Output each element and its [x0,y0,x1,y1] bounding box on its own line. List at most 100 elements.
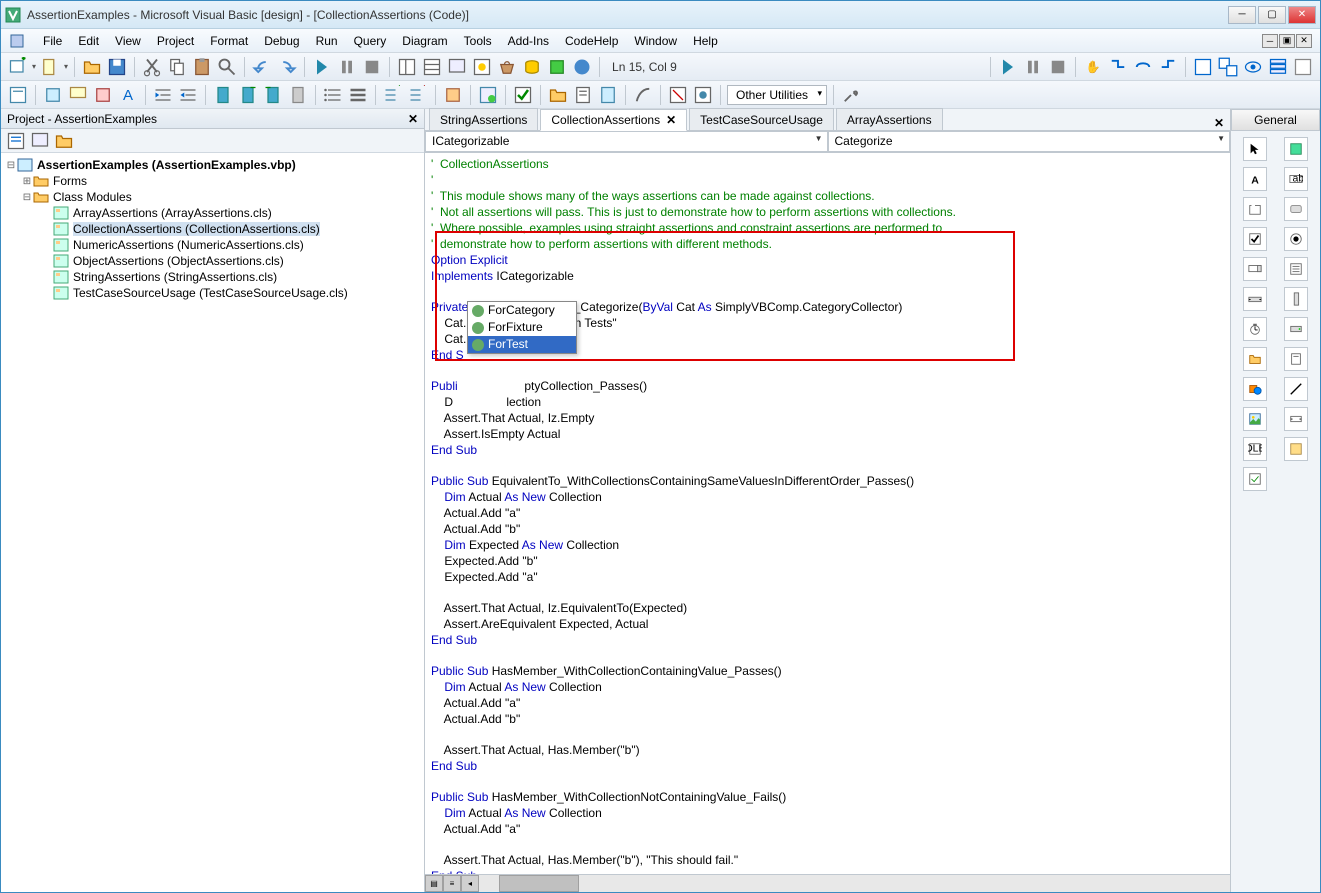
scroll-thumb[interactable] [499,875,579,892]
tree-folder-forms[interactable]: ⊞ Forms [5,173,420,189]
menu-codehelp[interactable]: CodeHelp [557,32,626,50]
tree-item[interactable]: StringAssertions (StringAssertions.cls) [5,269,420,285]
menu-window[interactable]: Window [626,32,685,50]
other-utilities-dropdown[interactable]: Other Utilities [727,85,827,105]
call-stack-icon[interactable] [1267,56,1289,78]
expander-icon[interactable]: ⊟ [5,160,17,171]
project-tree[interactable]: ⊟ AssertionExamples (AssertionExamples.v… [1,153,424,892]
tab-testcasesourceusage[interactable]: TestCaseSourceUsage [689,108,834,130]
vscrollbar-tool[interactable] [1284,287,1308,311]
scroll-left-button[interactable]: ◂ [461,875,479,892]
bookmark4-button[interactable] [287,84,309,106]
toolbox-header[interactable]: General [1231,109,1320,131]
module-button[interactable] [572,84,594,106]
save-button[interactable] [106,56,128,78]
tab-arrayassertions[interactable]: ArrayAssertions [836,108,943,130]
dirlistbox-tool[interactable] [1243,347,1267,371]
break-button[interactable] [336,56,358,78]
code-editor[interactable]: ' CollectionAssertions ' ' This module s… [425,153,1230,874]
menu-file[interactable]: File [35,32,70,50]
menu-view[interactable]: View [107,32,149,50]
tree-item[interactable]: ArrayAssertions (ArrayAssertions.cls) [5,205,420,221]
menu-diagram[interactable]: Diagram [394,32,455,50]
menu-add-ins[interactable]: Add-Ins [500,32,557,50]
toggle-folders-button[interactable] [53,130,75,152]
component-button[interactable] [546,56,568,78]
object-browser-button[interactable] [471,56,493,78]
find-button[interactable] [216,56,238,78]
stop2-button[interactable] [1047,56,1069,78]
tab-stringassertions[interactable]: StringAssertions [429,108,538,130]
ole-tool[interactable]: OLE [1243,437,1267,461]
pause2-button[interactable] [1022,56,1044,78]
tree-item[interactable]: TestCaseSourceUsage (TestCaseSourceUsage… [5,285,420,301]
run2-button[interactable] [997,56,1019,78]
line-tool[interactable] [1284,377,1308,401]
bookmark2-button[interactable] [237,84,259,106]
references-button[interactable] [667,84,689,106]
locals-icon[interactable] [1292,56,1314,78]
class-button[interactable] [597,84,619,106]
shape-tool[interactable] [1243,377,1267,401]
menu-query[interactable]: Query [346,32,395,50]
misc-tool[interactable] [1284,437,1308,461]
drivelistbox-tool[interactable] [1284,317,1308,341]
commandbutton-tool[interactable] [1284,197,1308,221]
folder-new-button[interactable] [547,84,569,106]
menu-project[interactable]: Project [149,32,202,50]
optionbutton-tool[interactable] [1284,227,1308,251]
watch-icon[interactable] [1242,56,1264,78]
view-full-button[interactable]: ▤ [425,875,443,892]
paste-button[interactable] [191,56,213,78]
open-button[interactable] [81,56,103,78]
view-object-button[interactable] [29,130,51,152]
step-out-icon[interactable] [1157,56,1179,78]
step-into-icon[interactable] [1107,56,1129,78]
object-dropdown[interactable]: ICategorizable [425,131,828,152]
cut-button[interactable] [141,56,163,78]
filelistbox-tool[interactable] [1284,347,1308,371]
pointer-tool[interactable] [1243,137,1267,161]
comment-button[interactable]: ' [382,84,404,106]
project-explorer-button[interactable] [396,56,418,78]
procedure-dropdown[interactable]: Categorize [828,131,1231,152]
complete-word-button[interactable]: A [117,84,139,106]
image-tool[interactable] [1243,407,1267,431]
menu-edit[interactable]: Edit [70,32,107,50]
menu-tools[interactable]: Tools [456,32,500,50]
mdi-close-button[interactable]: ✕ [1296,34,1312,48]
draw-button[interactable] [632,84,654,106]
toolbox-button[interactable] [496,56,518,78]
view-proc-button[interactable]: ≡ [443,875,461,892]
minimize-button[interactable]: ─ [1228,6,1256,24]
outdent-button[interactable] [177,84,199,106]
tree-folder-modules[interactable]: ⊟ Class Modules [5,189,420,205]
tab-close[interactable]: ✕ [666,113,676,127]
menu-format[interactable]: Format [202,32,256,50]
window2-icon[interactable] [1217,56,1239,78]
add-module-button[interactable] [39,56,61,78]
data-tool[interactable] [1284,407,1308,431]
start-button[interactable] [311,56,333,78]
tree-item[interactable]: CollectionAssertions (CollectionAssertio… [5,221,420,237]
quick-info-button[interactable] [67,84,89,106]
view-code-button[interactable] [5,130,27,152]
intellisense-item[interactable]: ForFixture [468,319,576,336]
tree-item[interactable]: NumericAssertions (NumericAssertions.cls… [5,237,420,253]
combobox-tool[interactable] [1243,257,1267,281]
param-info-button[interactable] [92,84,114,106]
intellisense-item[interactable]: ForCategory [468,302,576,319]
redo-button[interactable] [276,56,298,78]
menu-debug[interactable]: Debug [256,32,307,50]
window1-icon[interactable] [1192,56,1214,78]
list1-button[interactable] [322,84,344,106]
bookmark1-button[interactable] [212,84,234,106]
uncomment-button[interactable]: ' [407,84,429,106]
components-button[interactable] [692,84,714,106]
tree-item[interactable]: ObjectAssertions (ObjectAssertions.cls) [5,253,420,269]
tree-root[interactable]: ⊟ AssertionExamples (AssertionExamples.v… [5,157,420,173]
menu-run[interactable]: Run [308,32,346,50]
mdi-restore-button[interactable]: ▣ [1279,34,1295,48]
form-layout-button[interactable] [446,56,468,78]
intellisense-item[interactable]: ForTest [468,336,576,353]
